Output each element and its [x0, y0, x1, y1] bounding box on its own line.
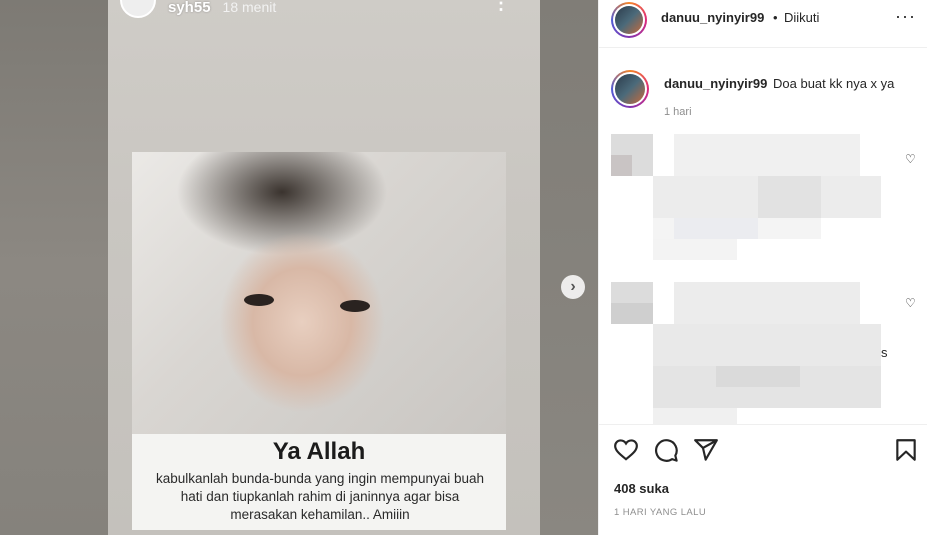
follow-status[interactable]: Diikuti — [784, 10, 819, 25]
story-screenshot: syh55 18 menit ⋮ Ya Allah kabulkanlah bu… — [108, 0, 540, 535]
more-horizontal-icon[interactable]: ··· — [895, 6, 916, 27]
card-title: Ya Allah — [272, 438, 366, 465]
heart-icon[interactable] — [613, 437, 639, 463]
caption-text: Doa buat kk nya x ya — [773, 76, 895, 91]
caption-username[interactable]: danuu_nyinyir99 — [664, 76, 767, 91]
comment-like-icon[interactable]: ♡ — [905, 152, 916, 166]
pixelated-comment-2 — [611, 282, 881, 424]
chevron-right-icon: › — [570, 278, 576, 295]
bookmark-icon[interactable] — [893, 437, 919, 463]
next-slide-button[interactable]: › — [561, 275, 585, 299]
author-username[interactable]: danuu_nyinyir99 — [661, 10, 764, 25]
story-more-icon: ⋮ — [492, 0, 510, 13]
media-blur-left — [0, 0, 108, 535]
media-blur-right — [540, 0, 598, 535]
card-text: kabulkanlah bunda-bunda yang ingin mempu… — [156, 471, 484, 522]
caption-time: 1 hari — [664, 106, 692, 118]
likes-count[interactable]: 408 suka — [614, 481, 669, 496]
send-icon[interactable] — [693, 437, 719, 463]
pixelated-comment-1 — [611, 134, 881, 274]
post-date: 1 HARI YANG LALU — [614, 507, 707, 518]
action-bar: 408 suka 1 HARI YANG LALU — [599, 424, 927, 535]
story-time: 18 menit — [222, 0, 277, 15]
story-header: syh55 18 menit — [120, 0, 276, 18]
baby-photo — [132, 152, 506, 434]
comment-like-icon[interactable]: ♡ — [905, 296, 916, 310]
post-details-panel: danuu_nyinyir99 • Diikuti ··· danuu_nyin… — [598, 0, 927, 535]
author-avatar[interactable] — [611, 2, 647, 38]
comment-trailing-text: s — [881, 345, 888, 360]
comment-icon[interactable] — [653, 437, 679, 463]
post-viewer: syh55 18 menit ⋮ Ya Allah kabulkanlah bu… — [0, 0, 927, 535]
photo-eye-right — [340, 300, 370, 312]
caption-avatar[interactable] — [611, 70, 649, 108]
photo-eye-left — [244, 294, 274, 306]
story-avatar — [120, 0, 156, 18]
story-username: syh55 — [168, 0, 211, 16]
post-header: danuu_nyinyir99 • Diikuti ··· — [599, 0, 927, 48]
header-separator: • — [773, 10, 778, 25]
post-media: syh55 18 menit ⋮ Ya Allah kabulkanlah bu… — [0, 0, 598, 535]
story-card: Ya Allah kabulkanlah bunda-bunda yang in… — [132, 152, 506, 530]
